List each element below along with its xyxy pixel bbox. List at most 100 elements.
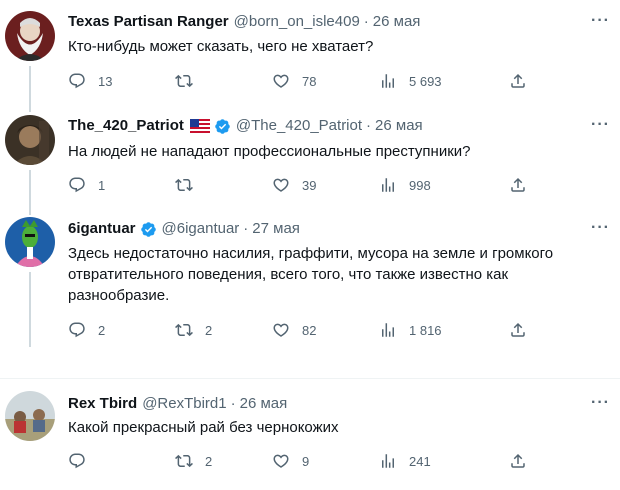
display-name[interactable]: 6igantuar [68,220,136,238]
like-count: 78 [302,73,317,89]
views-count: 1 816 [409,322,442,338]
tweet-actions: 2 9 241 [68,452,538,472]
thread-line [29,100,31,112]
separator-dot: · [366,117,372,134]
separator-dot: · [243,220,249,237]
tweet-header: Rex Tbird @RexTbird1 · 26 мая [68,395,287,413]
views-button[interactable]: 998 [379,176,431,194]
share-icon [509,452,527,470]
display-name[interactable]: Texas Partisan Ranger [68,13,229,31]
share-button[interactable] [509,321,527,339]
like-count: 82 [302,322,317,338]
reply-count: 1 [98,177,106,193]
tweet-text: Какой прекрасный рай без чернокожих [68,419,339,436]
tweet-text: Здесь недостаточно насилия, граффити, му… [68,245,554,304]
reply-icon [68,321,86,339]
more-icon[interactable]: ··· [591,12,610,30]
retweet-button[interactable]: 2 [175,452,212,470]
heart-icon [272,321,290,339]
retweet-button[interactable]: 2 [175,321,212,339]
avatar[interactable] [5,217,55,267]
avatar[interactable] [5,11,55,61]
user-handle[interactable]: @RexTbird1 [142,395,226,413]
reply-button[interactable]: 2 [68,321,105,339]
thread-line [29,66,31,100]
tweet-date[interactable]: 26 мая [373,13,421,31]
retweet-button[interactable] [175,176,205,194]
reply-icon [68,72,86,90]
views-icon [379,321,397,339]
tweet-header: The_420_Patriot @The_420_Patriot · 26 ма… [68,117,423,135]
more-icon[interactable]: ··· [591,219,610,237]
views-count: 241 [409,453,431,469]
reply-count: 2 [98,322,106,338]
reply-button[interactable] [68,452,98,470]
tweet-date[interactable]: 26 мая [375,117,423,135]
thread-line [29,170,31,205]
tweet[interactable]: Rex Tbird @RexTbird1 · 26 мая ··· Какой … [0,379,620,490]
reply-button[interactable]: 13 [68,72,112,90]
like-button[interactable]: 9 [272,452,309,470]
tweet-actions: 2 2 82 1 816 [68,321,538,341]
separator-dot: · [363,13,369,30]
tweet[interactable]: Texas Partisan Ranger @born_on_isle409 ·… [0,0,620,100]
verified-badge-icon [214,118,231,135]
display-name[interactable]: Rex Tbird [68,395,137,413]
share-button[interactable] [509,72,527,90]
tweet-thread: Texas Partisan Ranger @born_on_isle409 ·… [0,0,620,490]
tweet-header: 6igantuar @6igantuar · 27 мая [68,220,300,238]
views-count: 998 [409,177,431,193]
tweet-header: Texas Partisan Ranger @born_on_isle409 ·… [68,13,420,31]
avatar[interactable] [5,115,55,165]
views-button[interactable]: 1 816 [379,321,442,339]
like-count: 39 [302,177,317,193]
more-icon[interactable]: ··· [591,116,610,134]
reply-icon [68,176,86,194]
share-icon [509,72,527,90]
retweet-icon [175,72,193,90]
views-count: 5 693 [409,73,442,89]
tweet-actions: 13 78 5 693 [68,72,538,92]
tweet-date[interactable]: 26 мая [240,395,288,413]
share-button[interactable] [509,176,527,194]
tweet-date[interactable]: 27 мая [252,220,300,238]
like-count: 9 [302,453,310,469]
tweet[interactable]: 6igantuar @6igantuar · 27 мая ··· Здесь … [0,205,620,365]
more-icon[interactable]: ··· [591,394,610,412]
heart-icon [272,452,290,470]
views-icon [379,452,397,470]
separator-dot: · [230,395,236,412]
tweet[interactable]: The_420_Patriot @The_420_Patriot · 26 ма… [0,100,620,205]
thread-line [29,272,31,347]
retweet-count: 2 [205,322,213,338]
reply-button[interactable]: 1 [68,176,105,194]
verified-badge-icon [140,221,157,238]
us-flag-icon [189,119,210,133]
reply-icon [68,452,86,470]
retweet-icon [175,176,193,194]
like-button[interactable]: 39 [272,176,316,194]
thread-line [29,205,31,215]
user-handle[interactable]: @born_on_isle409 [234,13,360,31]
heart-icon [272,176,290,194]
views-button[interactable]: 5 693 [379,72,442,90]
like-button[interactable]: 82 [272,321,316,339]
like-button[interactable]: 78 [272,72,316,90]
reply-count: 13 [98,73,113,89]
user-handle[interactable]: @The_420_Patriot [236,117,362,135]
avatar[interactable] [5,391,55,441]
views-icon [379,176,397,194]
tweet-text: Кто-нибудь может сказать, чего не хватае… [68,38,374,55]
views-icon [379,72,397,90]
retweet-icon [175,321,193,339]
user-handle[interactable]: @6igantuar [162,220,240,238]
display-name[interactable]: The_420_Patriot [68,117,184,135]
share-icon [509,176,527,194]
share-icon [509,321,527,339]
share-button[interactable] [509,452,527,470]
retweet-icon [175,452,193,470]
heart-icon [272,72,290,90]
retweet-count: 2 [205,453,213,469]
views-button[interactable]: 241 [379,452,431,470]
retweet-button[interactable] [175,72,205,90]
